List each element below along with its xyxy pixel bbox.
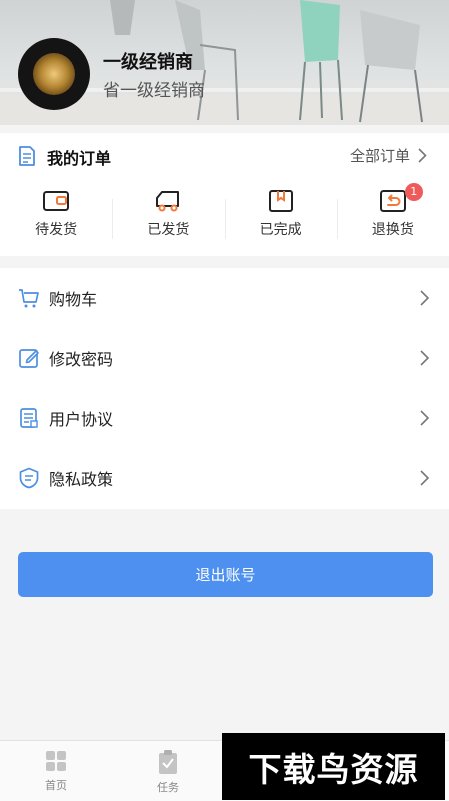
box-icon: [268, 190, 293, 212]
truck-icon: [156, 191, 180, 212]
status-pending-shipment[interactable]: 待发货: [0, 189, 112, 249]
home-grid-icon: [46, 751, 66, 771]
chevron-right-icon: [420, 410, 429, 426]
document-icon: [19, 146, 35, 166]
watermark: 下载鸟资源: [222, 733, 445, 800]
avatar[interactable]: [18, 38, 90, 110]
tab-label: 任务: [157, 781, 179, 794]
status-label: 已完成: [259, 222, 302, 238]
returns-count-badge: 1: [404, 183, 423, 201]
menu-label: 修改密码: [49, 350, 114, 369]
user-level: 省一级经销商: [103, 81, 205, 101]
menu-label: 用户协议: [49, 410, 114, 429]
all-orders-link[interactable]: 全部订单: [350, 145, 427, 166]
menu-item-change-password[interactable]: 修改密码: [0, 328, 449, 388]
clipboard-icon: [159, 750, 177, 774]
brand-emblem-icon: [33, 53, 75, 95]
chevron-right-icon: [418, 148, 427, 163]
chevron-right-icon: [420, 290, 429, 306]
menu-label: 隐私政策: [49, 470, 114, 489]
tab-tasks[interactable]: 任务: [133, 749, 203, 795]
logout-button[interactable]: 退出账号: [18, 552, 433, 597]
menu-label: 购物车: [49, 290, 98, 309]
all-orders-label: 全部订单: [349, 147, 410, 165]
menu-item-cart[interactable]: 购物车: [0, 268, 449, 328]
profile-header: 一级经销商 省一级经销商: [0, 0, 449, 125]
orders-header: 我的订单 全部订单: [0, 133, 449, 177]
chevron-right-icon: [420, 470, 429, 486]
orders-card: 我的订单 全部订单 待发货 已发货 已完成 退换货 1: [0, 133, 449, 256]
status-label: 待发货: [35, 222, 78, 238]
return-icon: [379, 190, 406, 212]
orders-title: 我的订单: [47, 149, 112, 168]
status-completed[interactable]: 已完成: [224, 189, 337, 249]
user-name: 一级经销商: [103, 52, 193, 73]
settings-menu: 购物车 修改密码 用户协议 隐私政策: [0, 268, 449, 509]
status-label: 退换货: [371, 222, 414, 238]
agreement-icon: [20, 408, 38, 428]
shield-icon: [19, 467, 39, 489]
status-shipped[interactable]: 已发货: [112, 189, 224, 249]
status-returns[interactable]: 退换货 1: [336, 183, 449, 249]
tab-label: 首页: [45, 779, 67, 792]
edit-icon: [19, 349, 39, 368]
tab-home[interactable]: 首页: [21, 749, 91, 793]
menu-item-user-agreement[interactable]: 用户协议: [0, 388, 449, 448]
chevron-right-icon: [420, 350, 429, 366]
status-label: 已发货: [147, 222, 190, 238]
order-status-row: 待发货 已发货 已完成 退换货 1: [0, 183, 449, 249]
cart-icon: [19, 289, 39, 308]
menu-item-privacy-policy[interactable]: 隐私政策: [0, 448, 449, 508]
wallet-icon: [43, 191, 70, 211]
